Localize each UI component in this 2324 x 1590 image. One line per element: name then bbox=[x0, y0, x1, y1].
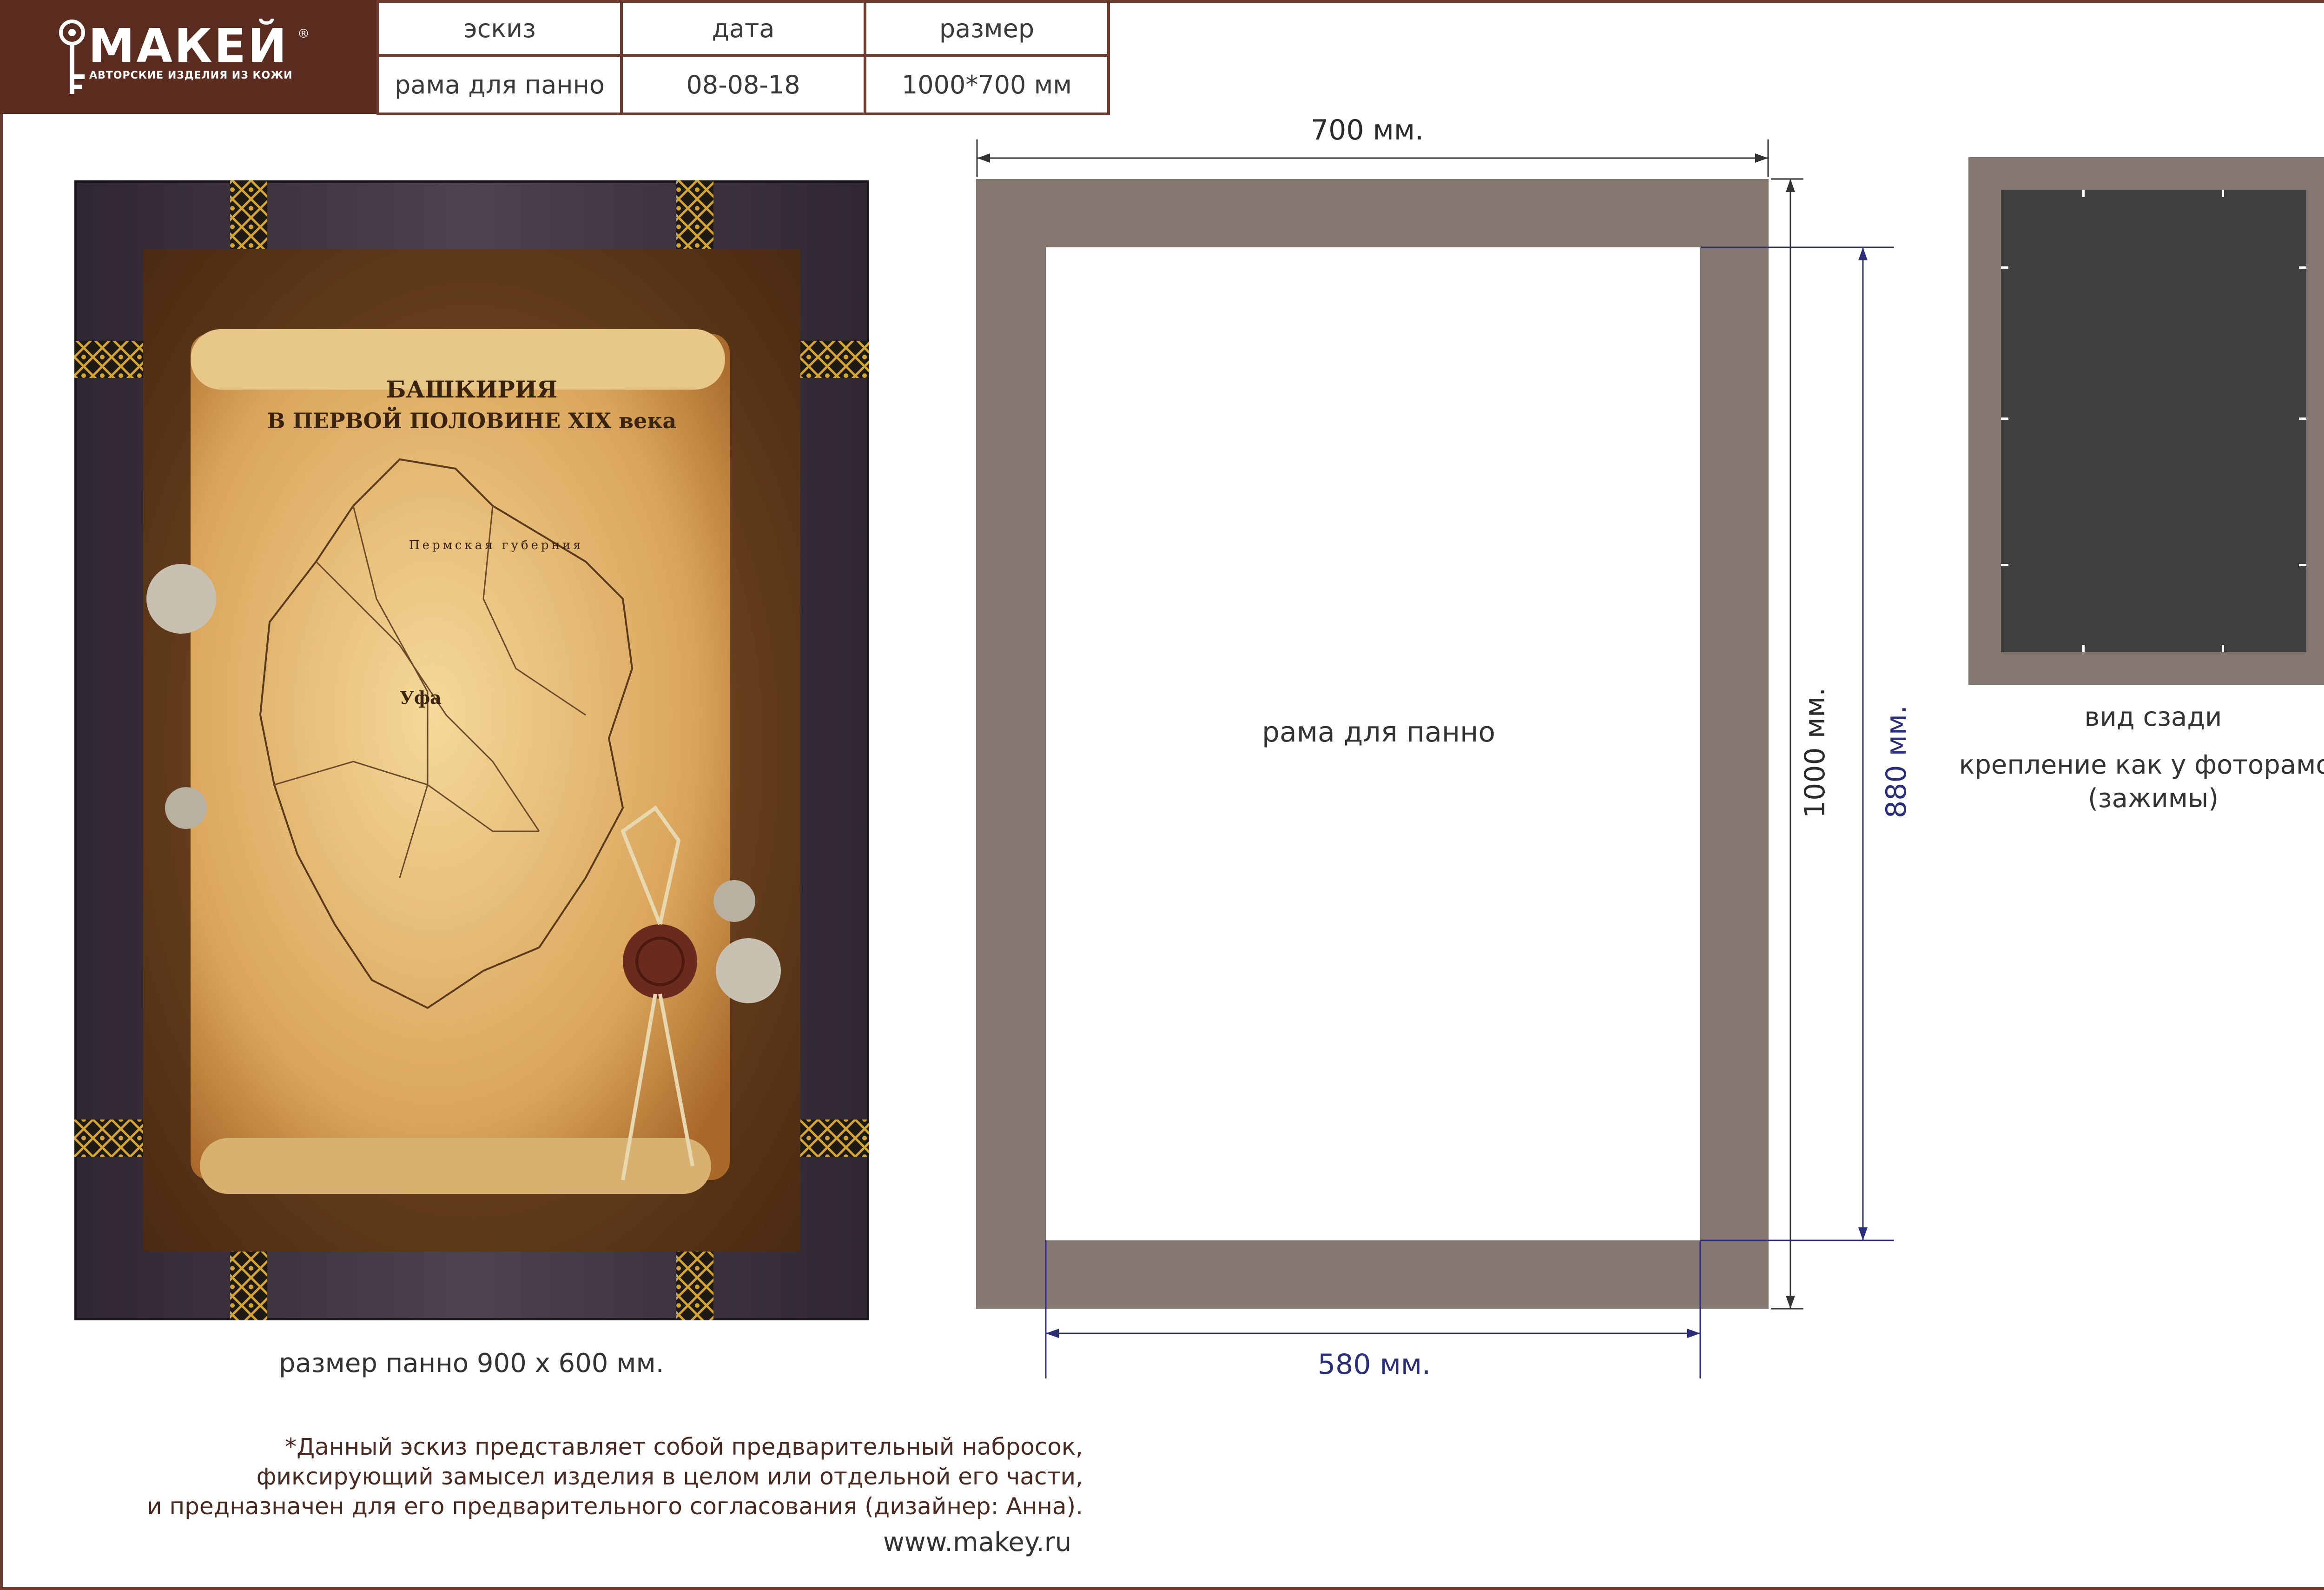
clip-mark bbox=[2222, 190, 2224, 197]
dimension-height: 1000 мм. bbox=[1799, 687, 1831, 818]
back-view-label: вид сзади bbox=[2084, 702, 2222, 732]
back-view-note-line1: крепление как у фоторамок bbox=[1959, 750, 2324, 780]
dimension-inner-height: 880 мм. bbox=[1880, 705, 1913, 818]
back-view-note: крепление как у фоторамок (зажимы) bbox=[1929, 749, 2324, 815]
clip-mark bbox=[2299, 417, 2306, 420]
disclaimer-line2: фиксирующий замысел изделия в целом или … bbox=[256, 1463, 1083, 1490]
back-view-board bbox=[2001, 190, 2306, 652]
clip-mark bbox=[2001, 266, 2008, 269]
disclaimer-line1: *Данный эскиз представляет собой предвар… bbox=[285, 1433, 1083, 1460]
clip-mark bbox=[2001, 564, 2008, 566]
back-view-note-line2: (зажимы) bbox=[2087, 783, 2219, 814]
clip-mark bbox=[2222, 645, 2224, 652]
website-link[interactable]: www.makey.ru bbox=[883, 1527, 1071, 1557]
dimension-inner-width: 580 мм. bbox=[1318, 1348, 1431, 1381]
clip-mark bbox=[2082, 190, 2085, 197]
clip-mark bbox=[2299, 564, 2306, 566]
dimension-width: 700 мм. bbox=[1311, 114, 1424, 146]
disclaimer-line3: и предназначен для его предварительного … bbox=[147, 1493, 1083, 1520]
clip-mark bbox=[2001, 417, 2008, 420]
clip-mark bbox=[2082, 645, 2085, 652]
disclaimer: *Данный эскиз представляет собой предвар… bbox=[139, 1432, 1083, 1521]
clip-mark bbox=[2299, 266, 2306, 269]
